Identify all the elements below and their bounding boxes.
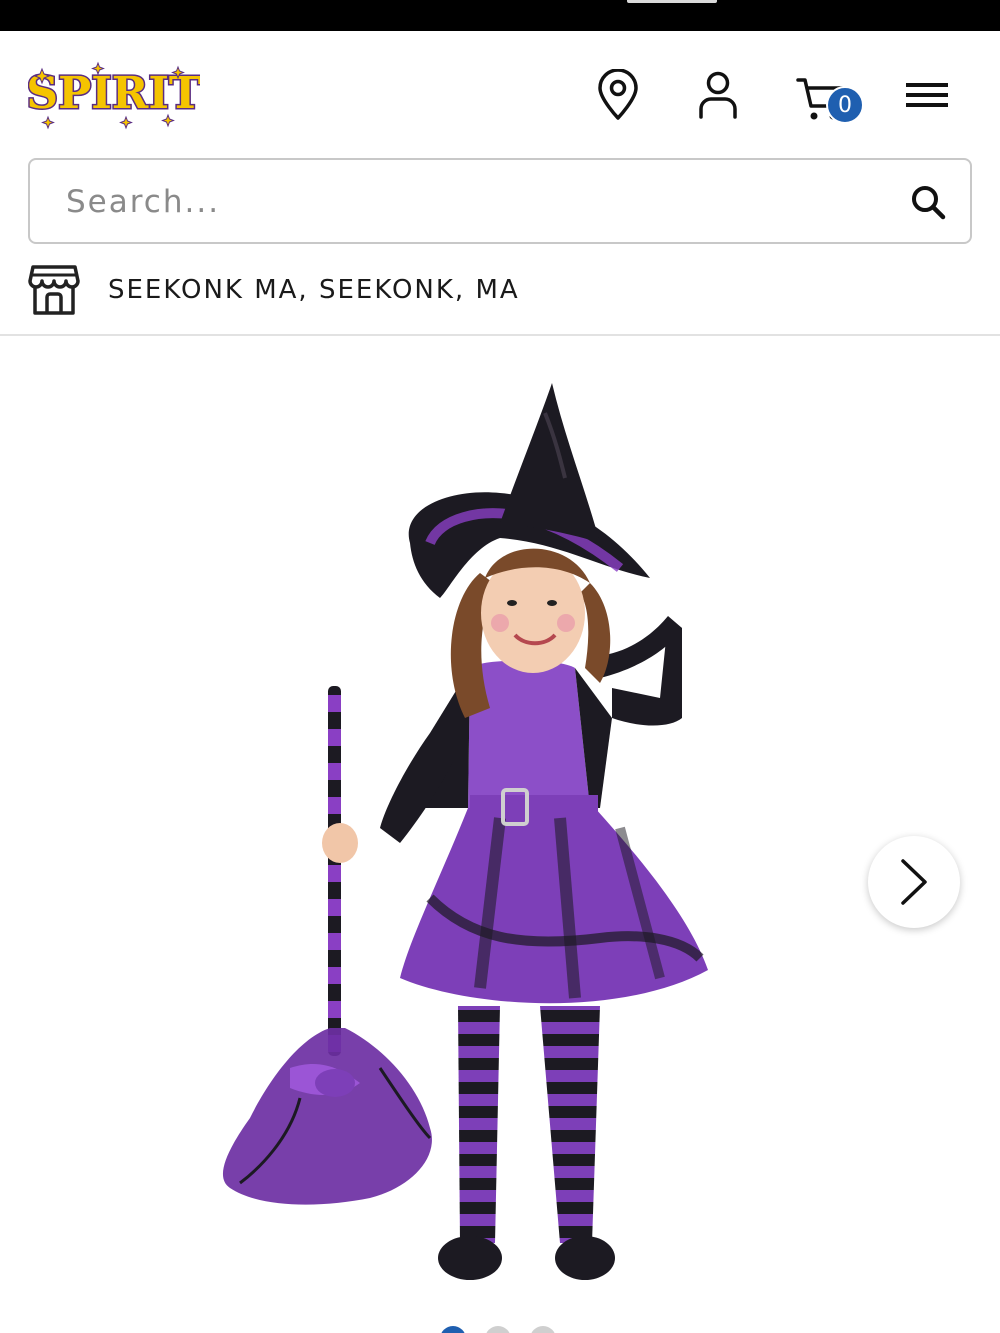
storefront-icon bbox=[28, 265, 80, 315]
search-bar bbox=[28, 158, 972, 244]
user-icon bbox=[699, 71, 737, 119]
spirit-logo[interactable]: SPIRIT bbox=[28, 61, 200, 131]
gallery-pagination bbox=[440, 1326, 560, 1333]
gallery-dot-1[interactable] bbox=[440, 1326, 466, 1333]
gallery-dot-3[interactable] bbox=[530, 1326, 556, 1333]
next-image-button[interactable] bbox=[868, 836, 960, 928]
search-button[interactable] bbox=[904, 178, 952, 226]
status-indicator bbox=[627, 0, 717, 3]
chevron-right-icon bbox=[901, 859, 927, 905]
map-pin-icon bbox=[598, 69, 638, 120]
search-input[interactable] bbox=[66, 180, 886, 224]
search-icon bbox=[912, 186, 946, 220]
gallery-dot-2[interactable] bbox=[485, 1326, 511, 1333]
cart-count-badge: 0 bbox=[826, 86, 864, 124]
product-image[interactable] bbox=[0, 338, 1000, 1333]
store-locator-button[interactable] bbox=[590, 65, 646, 125]
hamburger-menu-icon bbox=[906, 83, 948, 107]
account-button[interactable] bbox=[690, 65, 746, 125]
menu-button[interactable] bbox=[898, 73, 956, 117]
svg-text:SPIRIT: SPIRIT bbox=[28, 68, 200, 119]
store-location-label: SEEKONK MA, SEEKONK, MA bbox=[108, 275, 520, 305]
broom-handle bbox=[328, 686, 341, 1056]
site-header: SPIRIT 0 Search... SEEKONK MA, SEEKONK, … bbox=[0, 31, 1000, 336]
selected-store[interactable]: SEEKONK MA, SEEKONK, MA bbox=[28, 261, 972, 321]
product-image-gallery bbox=[0, 338, 1000, 1333]
status-bar bbox=[0, 0, 1000, 31]
